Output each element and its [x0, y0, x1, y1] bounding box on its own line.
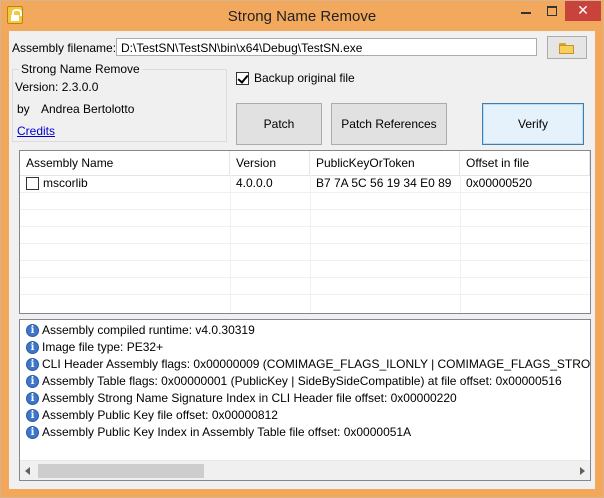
folder-icon [559, 42, 575, 54]
patch-references-button[interactable]: Patch References [331, 103, 447, 145]
scroll-right-icon[interactable] [573, 461, 590, 480]
table-row[interactable]: mscorlib 4.0.0.0 B7 7A 5C 56 19 34 E0 89… [20, 175, 590, 192]
info-icon: i [26, 358, 39, 371]
assembly-references-list[interactable]: Assembly Name Version PublicKeyOrToken O… [19, 150, 591, 314]
about-group-title: Strong Name Remove [19, 62, 142, 76]
verify-button[interactable]: Verify [482, 103, 584, 145]
backup-label[interactable]: Backup original file [254, 71, 355, 85]
author-label: Andrea Bertolotto [41, 102, 135, 116]
by-label: by [17, 102, 30, 116]
cell-assembly-name: mscorlib [43, 176, 88, 190]
cell-offset-in-file: 0x00000520 [466, 176, 533, 190]
column-public-key-or-token[interactable]: PublicKeyOrToken [310, 151, 460, 175]
assembly-filename-label: Assembly filename: [12, 41, 117, 55]
column-version[interactable]: Version [230, 151, 310, 175]
app-window: Strong Name Remove ✕ Assembly filename: … [0, 0, 604, 498]
credits-link[interactable]: Credits [17, 124, 55, 138]
info-icon: i [26, 375, 39, 388]
list-header: Assembly Name Version PublicKeyOrToken O… [20, 151, 590, 176]
horizontal-scrollbar[interactable] [20, 460, 590, 480]
patch-button[interactable]: Patch [236, 103, 322, 145]
about-groupbox: Strong Name Remove Version: 2.3.0.0 by A… [12, 62, 227, 142]
backup-checkbox[interactable] [236, 72, 249, 85]
cell-version: 4.0.0.0 [236, 176, 273, 190]
info-icon: i [26, 409, 39, 422]
version-label: Version: 2.3.0.0 [15, 80, 99, 94]
close-button[interactable]: ✕ [565, 1, 601, 21]
main-panel: Assembly filename: D:\TestSN\TestSN\bin\… [9, 31, 595, 489]
maximize-button[interactable] [539, 1, 565, 21]
browse-button[interactable] [547, 36, 587, 59]
info-icon: i [26, 426, 39, 439]
column-offset-in-file[interactable]: Offset in file [460, 151, 590, 175]
log-list[interactable]: i Assembly compiled runtime: v4.0.30319 … [19, 319, 591, 481]
info-icon: i [26, 324, 39, 337]
row-checkbox[interactable] [26, 177, 39, 190]
scrollbar-thumb[interactable] [38, 464, 204, 478]
column-assembly-name[interactable]: Assembly Name [20, 151, 230, 175]
cell-public-key-or-token: B7 7A 5C 56 19 34 E0 89 [316, 176, 452, 190]
info-icon: i [26, 341, 39, 354]
minimize-button[interactable] [513, 1, 539, 21]
assembly-filename-input[interactable]: D:\TestSN\TestSN\bin\x64\Debug\TestSN.ex… [116, 38, 537, 56]
info-icon: i [26, 392, 39, 405]
scroll-left-icon[interactable] [20, 461, 37, 480]
title-bar[interactable]: Strong Name Remove ✕ [1, 1, 603, 31]
